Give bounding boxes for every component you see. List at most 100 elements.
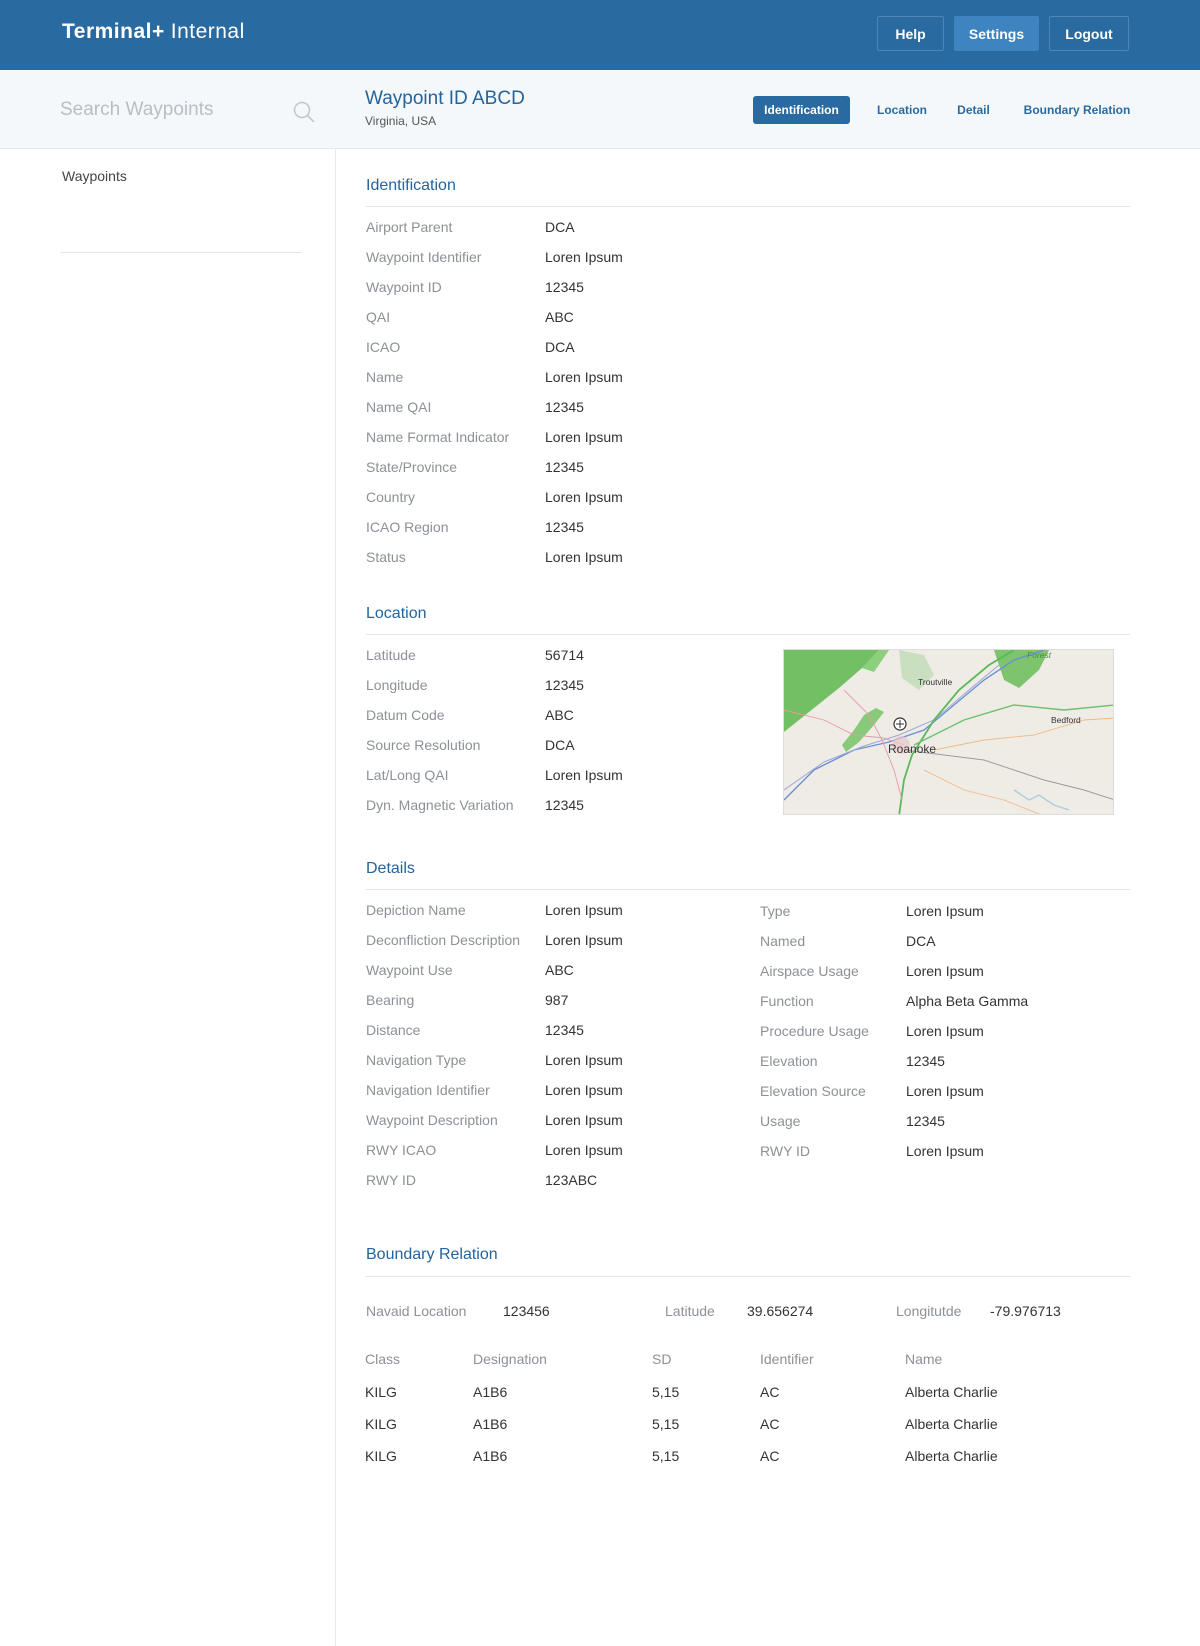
field-label: Datum Code [366,707,445,723]
field-label: Usage [760,1113,801,1129]
table-cell: KILG [365,1448,397,1464]
field-label: Waypoint Identifier [366,249,482,265]
field-label: RWY ICAO [366,1142,437,1158]
field-label: Dyn. Magnetic Variation [366,797,514,813]
field-label: Waypoint ID [366,279,442,295]
field-label: RWY ID [760,1143,811,1159]
field-label: Navigation Type [366,1052,467,1068]
app-logo[interactable]: Terminal+ Internal [62,20,245,44]
field-value: Alpha Beta Gamma [906,993,1029,1009]
field-label: Named [760,933,806,949]
search-bar [0,70,336,149]
field-value: DCA [545,339,575,355]
tab-detail[interactable]: Detail [946,96,1001,124]
field-label: Deconfliction Description [366,932,521,948]
field-value: 12345 [906,1053,945,1069]
field-value: 12345 [545,797,584,813]
field-value: ABC [545,707,574,723]
field-label: Waypoint Use [366,962,453,978]
location-map[interactable]: Roanoke Troutville Bedford Forest [783,649,1114,815]
table-cell: AC [760,1384,780,1400]
field-value: 12345 [545,1022,584,1038]
section-heading-boundary-relation: Boundary Relation [366,1246,498,1263]
field-label: Lat/Long QAI [366,767,449,783]
field-value: Loren Ipsum [906,903,984,919]
field-label: Elevation Source [760,1083,866,1099]
tab-boundary-relation[interactable]: Boundary Relation [1001,96,1153,124]
table-header: Designation [473,1351,547,1367]
field-label: Name Format Indicator [366,429,510,445]
field-value: DCA [545,737,575,753]
table-cell: 5,15 [652,1448,680,1464]
field-value: Loren Ipsum [545,902,623,918]
table-header: Identifier [760,1351,814,1367]
field-value: Loren Ipsum [545,932,623,948]
field-label: Waypoint Description [366,1112,498,1128]
field-value: Loren Ipsum [545,1142,623,1158]
help-button[interactable]: Help [877,16,944,51]
table-cell: 5,15 [652,1384,680,1400]
field-label: Airspace Usage [760,963,859,979]
table-header: Name [905,1351,943,1367]
tab-identification[interactable]: Identification [753,96,850,124]
field-label: Navigation Identifier [366,1082,490,1098]
field-value: ABC [545,309,574,325]
map-label: Troutville [918,677,952,687]
field-value: 987 [545,992,569,1008]
field-value: 12345 [545,459,584,475]
field-label: Status [366,549,406,565]
table-cell: A1B6 [473,1384,508,1400]
field-label: ICAO Region [366,519,449,535]
navaid-location-label: Navaid Location [366,1303,467,1319]
sidebar-divider [60,252,302,253]
logout-button[interactable]: Logout [1049,16,1129,51]
field-label: Function [760,993,814,1009]
field-value: Loren Ipsum [545,767,623,783]
field-value: Loren Ipsum [906,1083,984,1099]
table-cell: Alberta Charlie [905,1448,998,1464]
field-value: Loren Ipsum [906,1143,984,1159]
field-label: QAI [366,309,391,325]
sidebar: Waypoints [0,70,336,1646]
section-divider [366,1276,1130,1277]
search-icon[interactable] [292,100,316,124]
section-divider [366,634,1130,635]
sidebar-item-waypoints[interactable]: Waypoints [62,168,127,184]
table-cell: 5,15 [652,1416,680,1432]
field-value: Loren Ipsum [545,549,623,565]
navaid-location-value: 123456 [503,1303,550,1319]
table-cell: A1B6 [473,1448,508,1464]
section-heading-identification: Identification [366,177,456,194]
longitude-label: Longitutde [896,1303,962,1319]
field-label: Elevation [760,1053,818,1069]
logo-bold: Terminal+ [62,20,165,43]
settings-button[interactable]: Settings [954,16,1039,51]
field-value: Loren Ipsum [906,1023,984,1039]
section-divider [366,206,1130,207]
section-divider [366,889,1130,890]
table-cell: KILG [365,1416,397,1432]
table-cell: A1B6 [473,1416,508,1432]
field-label: Source Resolution [366,737,481,753]
latitude-label: Latitude [665,1303,715,1319]
field-label: State/Province [366,459,458,475]
map-label: Forest [1027,650,1052,660]
field-label: Procedure Usage [760,1023,869,1039]
field-value: Loren Ipsum [545,369,623,385]
logo-light: Internal [170,20,245,43]
search-input[interactable] [60,92,280,128]
field-value: 12345 [545,399,584,415]
field-label: Longitude [366,677,428,693]
latitude-value: 39.656274 [747,1303,814,1319]
field-value: DCA [906,933,936,949]
field-value: Loren Ipsum [545,1112,623,1128]
waypoint-header: Waypoint ID ABCD Virginia, USA Identific… [336,70,1200,149]
field-value: DCA [545,219,575,235]
tab-location[interactable]: Location [858,96,946,124]
field-value: 12345 [545,279,584,295]
table-cell: KILG [365,1384,397,1400]
table-cell: AC [760,1416,780,1432]
map-label: Bedford [1051,715,1081,725]
field-label: Bearing [366,992,415,1008]
section-heading-details: Details [366,860,415,877]
